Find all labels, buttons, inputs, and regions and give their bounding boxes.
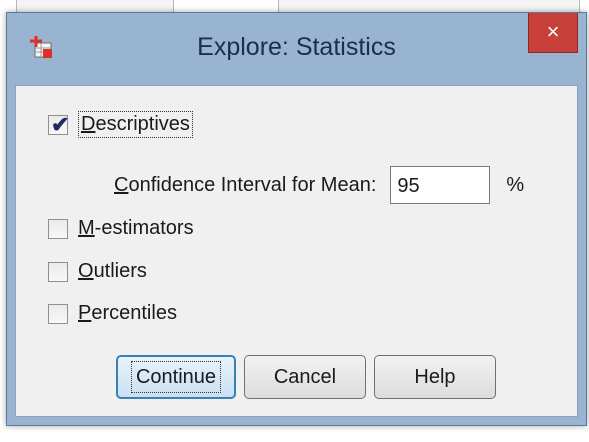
percent-unit: % — [506, 173, 525, 196]
continue-button[interactable]: Continue — [116, 355, 236, 399]
explore-statistics-dialog: Explore: Statistics × ✔ Descriptives Con… — [6, 12, 587, 426]
close-button[interactable]: × — [528, 13, 578, 53]
confidence-interval-label: Confidence Interval for Mean: — [114, 173, 377, 196]
dialog-body: ✔ Descriptives Confidence Interval for M… — [15, 85, 578, 417]
descriptives-label[interactable]: Descriptives — [78, 111, 193, 138]
percentiles-label[interactable]: Percentiles — [78, 302, 177, 325]
m-estimators-option[interactable]: M-estimators — [48, 217, 194, 240]
m-estimators-checkbox[interactable] — [48, 218, 68, 239]
help-button[interactable]: Help — [374, 355, 496, 399]
percentiles-option[interactable]: Percentiles — [48, 302, 177, 325]
m-estimators-label[interactable]: M-estimators — [78, 217, 194, 240]
outliers-checkbox[interactable] — [48, 261, 68, 282]
cancel-button[interactable]: Cancel — [244, 355, 366, 399]
dialog-title: Explore: Statistics — [197, 33, 396, 61]
outliers-label[interactable]: Outliers — [78, 260, 147, 283]
close-icon: × — [546, 19, 560, 44]
percentiles-checkbox[interactable] — [48, 303, 68, 324]
confidence-interval-row: Confidence Interval for Mean: 95 % — [114, 166, 524, 204]
confidence-interval-input[interactable]: 95 — [390, 166, 491, 204]
title-bar[interactable]: Explore: Statistics × — [7, 13, 586, 85]
descriptives-checkbox[interactable]: ✔ — [48, 111, 70, 137]
checkmark-icon: ✔ — [51, 111, 70, 137]
continue-button-label: Continue — [130, 361, 222, 393]
outliers-option[interactable]: Outliers — [48, 260, 147, 283]
descriptives-option[interactable]: ✔ Descriptives — [48, 111, 193, 138]
